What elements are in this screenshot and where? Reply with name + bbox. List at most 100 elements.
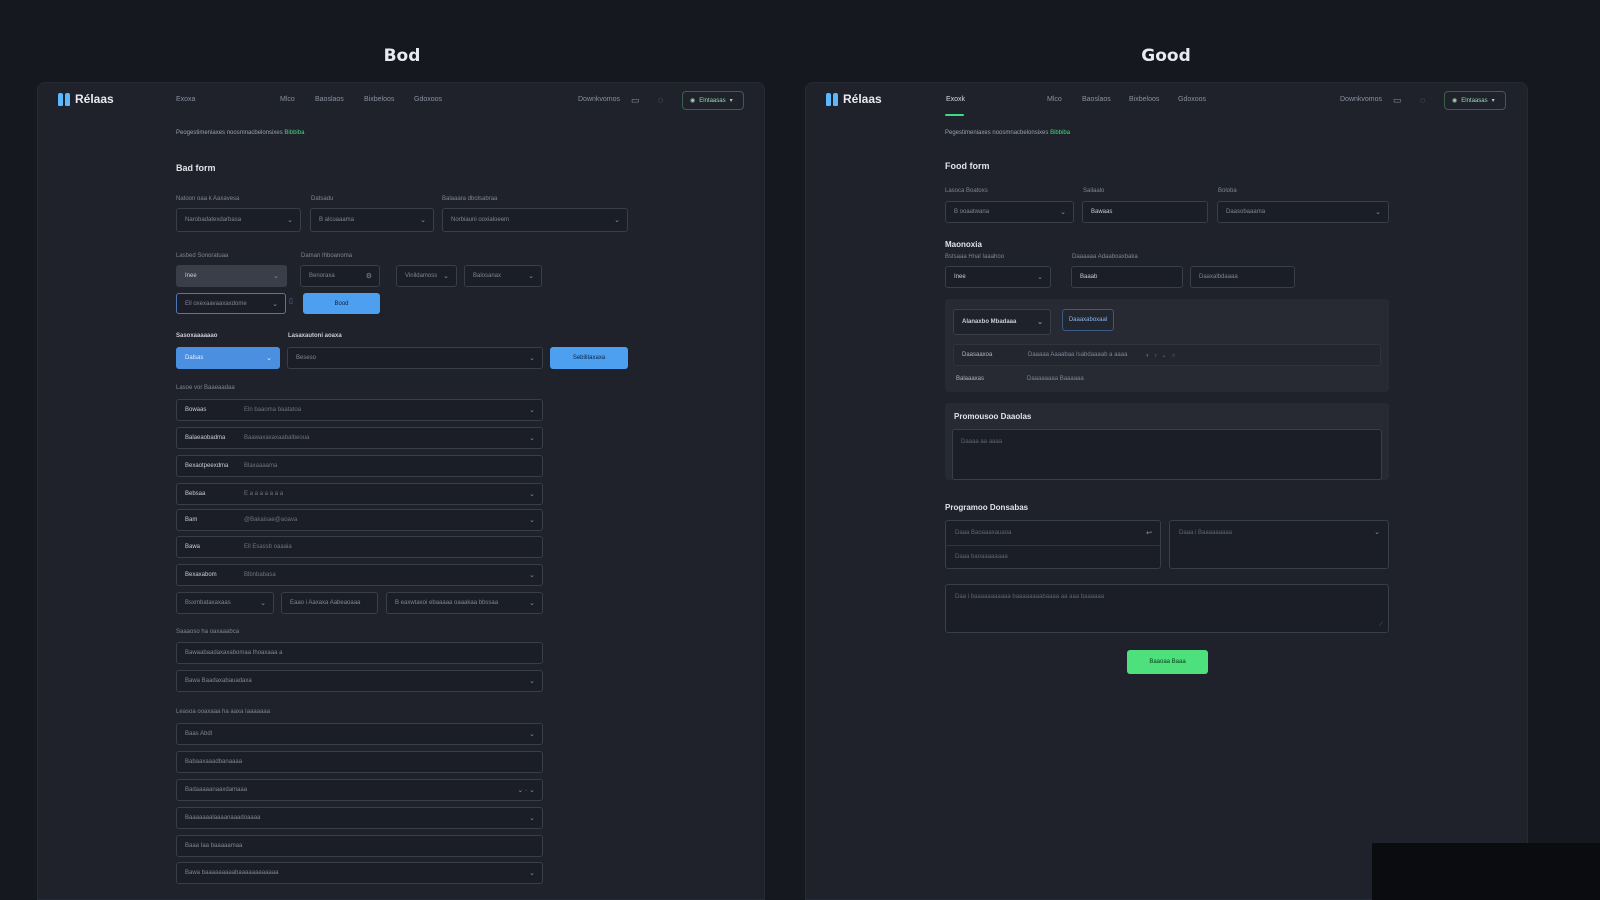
card-row-2-label: Balaaaxas <box>956 376 985 382</box>
promo-placeholder: Daaaa aa aaaa <box>961 439 1003 445</box>
row2-select[interactable]: Inee ⌄ <box>176 265 287 287</box>
group2-label: Saaaoso ha oaxaaabca <box>176 629 240 635</box>
row2-input[interactable]: Benoraxa ⚙ <box>300 265 380 287</box>
list-row-1[interactable]: Bowaas Eln baaoma baatatoa ⌄ <box>176 399 543 421</box>
chevron-down-icon: ⌄ <box>420 217 426 224</box>
nav-link-3[interactable]: Baoslaos <box>315 96 344 103</box>
group2-row-2[interactable]: Bawa Baadaxabauadaxa ⌄ <box>176 670 543 692</box>
edit-icon[interactable]: ↩ <box>1146 529 1152 537</box>
row1-select-1[interactable]: Narobadatexdarbasa ⌄ <box>176 208 301 232</box>
nav-link-5[interactable]: Gdoxoos <box>1178 96 1206 103</box>
list-row-3[interactable]: Bexaotpeexdma Blaxaaaama <box>176 455 543 477</box>
card-icon[interactable]: ▭ <box>631 95 640 105</box>
subsection-label-1: Bstsaaa Hnal Iaaahoo <box>945 254 1005 260</box>
row3-select[interactable]: Beseso ⌄ <box>287 347 543 369</box>
row3-button[interactable]: Sebilitaxaxa <box>550 347 628 369</box>
user-icon[interactable]: ◌ <box>1420 95 1425 105</box>
row2-input-2[interactable]: Daaxalbdaaaa <box>1190 266 1295 288</box>
nav-link-5[interactable]: Gdoxoos <box>414 96 442 103</box>
row2-small-select-2-value: Balosanax <box>473 273 502 279</box>
nav-link-4[interactable]: Bixbeloos <box>1129 96 1159 103</box>
group3-row-3-value: Badaaaaanaaxdamaaa <box>185 787 248 793</box>
group3-row-1[interactable]: Baas Abdl ⌄ <box>176 723 543 745</box>
nav-link-4[interactable]: Bixbeloos <box>364 96 394 103</box>
chevron-down-icon: ⌄ <box>529 815 535 822</box>
list-row-7[interactable]: Bexaxabom Blbnbabasa ⌄ <box>176 564 543 586</box>
list-row-6[interactable]: Bawa Ell Esassb oaaaia <box>176 536 543 558</box>
nav-link-1[interactable]: Exoxa <box>176 96 195 103</box>
brand-logo[interactable]: Rélaas <box>826 92 882 106</box>
card-row-1[interactable]: Daasaaxoa Daaaaa Aaaabaa Isabdaaaab a aa… <box>953 344 1381 366</box>
card-row-2-value[interactable]: Daaaaaaaa Baaaaaa <box>1027 376 1084 382</box>
nav-link-3[interactable]: Baoslaos <box>1082 96 1111 103</box>
account-button[interactable]: ◉ Elntaasas ▾ <box>1444 91 1506 110</box>
form-title: Bad form <box>176 163 216 173</box>
nav-link-2[interactable]: Mlco <box>280 96 295 103</box>
account-icon: ◉ <box>690 98 696 104</box>
group3-row-4[interactable]: Baaaaaaalaaaanaaadoaaaa ⌄ <box>176 807 543 829</box>
chevron-down-icon: ⌄ <box>529 600 535 607</box>
group3-row-2[interactable]: Babaaxaaadbanaaaa <box>176 751 543 773</box>
account-button[interactable]: ◉ Elntaasas ▾ <box>682 91 744 110</box>
row2-button[interactable]: Bood <box>303 293 380 314</box>
account-label: Elntaasas <box>699 97 726 104</box>
row1-label-1: Lasoca Boatoxs <box>945 188 988 194</box>
row2-blue-select[interactable]: Ell oxexaavaaxaxdome ⌄ <box>176 293 286 314</box>
account-icon: ◉ <box>1452 98 1458 104</box>
chevron-down-icon: ⌄ <box>529 572 535 579</box>
row2-small-select-2[interactable]: Balosanax ⌄ <box>464 265 542 287</box>
programs-right-box[interactable]: Daaa i Baaaaaaaaa ⌄ <box>1169 520 1389 569</box>
programs-textarea[interactable]: Daa i baaaaaaaaaaa baaaaaaaabaaaa aa aaa… <box>945 584 1389 633</box>
submit-button[interactable]: Baaoaa Baaa <box>1127 650 1208 674</box>
group3-row-5[interactable]: Baaa Iaa baaaaamaa <box>176 835 543 857</box>
user-icon[interactable]: ◌ <box>658 95 663 105</box>
list-row-5[interactable]: Bam @Bakaisae@aoava ⌄ <box>176 509 543 531</box>
account-label: Elntaasas <box>1461 97 1488 104</box>
chevron-down-icon: ⌄ <box>529 678 535 685</box>
group3-row-3[interactable]: Badaaaaanaaxdamaaa ⌄ ∙ ⌄ <box>176 779 543 801</box>
row1-select-3[interactable]: Norbiauni ooxialoeem ⌄ <box>442 208 628 232</box>
list-row-4[interactable]: Bebsaa E a a a a a a a ⌄ <box>176 483 543 505</box>
row1-select-2[interactable]: B alcuaaama ⌄ <box>310 208 434 232</box>
breadcrumb-link[interactable]: Bibbiba <box>1050 130 1070 136</box>
list-row-2[interactable]: Balaeaobadma Baawaxaxaxaabalbeoua ⌄ <box>176 427 543 449</box>
group2-row-1[interactable]: Bawaabaadaxaxabomaa Ihoaxaaa a <box>176 642 543 664</box>
triple-select-1[interactable]: Bsxmbataxaxaas ⌄ <box>176 592 274 614</box>
card-icon[interactable]: ▭ <box>1393 95 1402 105</box>
row1-select-1[interactable]: B ooaatwana ⌄ <box>945 201 1074 223</box>
resize-handle-icon[interactable]: ⟋ <box>1379 622 1383 629</box>
breadcrumb-link[interactable]: Bibbiba <box>284 130 304 136</box>
row2-select[interactable]: Inee ⌄ <box>945 266 1051 288</box>
row2-small-select-1[interactable]: Vinildamoss ⌄ <box>396 265 457 287</box>
nav-link-2[interactable]: Mlco <box>1047 96 1062 103</box>
row3-blue-select[interactable]: Dalsas ⌄ <box>176 347 280 369</box>
triple-select-2[interactable]: B eaxwtaxoi ebaaaaa oaaakaa bbssaa ⌄ <box>386 592 543 614</box>
card-row-1-controls[interactable]: ◐ › ⌄ ○ <box>1146 352 1175 359</box>
nav-link-1[interactable]: Exoxk <box>946 96 965 103</box>
row2-blue-select-value: Ell oxexaavaaxaxdome <box>185 300 247 307</box>
row1-select-3-value: Daasobaaama <box>1226 209 1266 215</box>
list-row-value: Eln baaoma baatatoa <box>244 407 302 413</box>
group3-row-6[interactable]: Bawa baaaaaaaaabaaaaaaaaaaaa ⌄ <box>176 862 543 884</box>
brand-logo[interactable]: Rélaas <box>58 92 114 106</box>
row2-input-1-value: Baaab <box>1080 274 1098 280</box>
settings-icon: ⚙ <box>365 273 372 280</box>
row3-select-value: Dalsas <box>185 355 204 361</box>
programs-left-box[interactable]: Daaa Baoaaaxauaoa ↩ Daaa baoaaaaaaaa <box>945 520 1161 569</box>
good-heading: Good <box>1141 46 1191 66</box>
row2-input-1[interactable]: Baaab <box>1071 266 1183 288</box>
card-button[interactable]: Daaaxaboxaal <box>1062 309 1114 331</box>
subsection-title: Maonoxia <box>945 240 982 249</box>
triple-input[interactable]: Eaao i Aaxaxa Aabeaoaaa <box>281 592 378 614</box>
info-icon[interactable]: ▯ <box>289 297 293 305</box>
list-row-value: Baawaxaxaxaabalbeoua <box>244 435 310 441</box>
nav-search-link[interactable]: Downkvomos <box>578 96 620 103</box>
group2-row-2-value: Bawa Baadaxabauadaxa <box>185 678 252 684</box>
row1-input-2[interactable]: Bawaas <box>1082 201 1208 223</box>
list-row-label: Bowaas <box>185 407 207 413</box>
group3-row-2-value: Babaaxaaadbanaaaa <box>185 759 243 765</box>
row1-select-3[interactable]: Daasobaaama ⌄ <box>1217 201 1389 223</box>
card-select[interactable]: Alanaxbo Mbadaaa ⌄ <box>953 309 1051 335</box>
promo-textarea[interactable]: Daaaa aa aaaa <box>952 429 1382 480</box>
nav-search-link[interactable]: Downkvomos <box>1340 96 1382 103</box>
